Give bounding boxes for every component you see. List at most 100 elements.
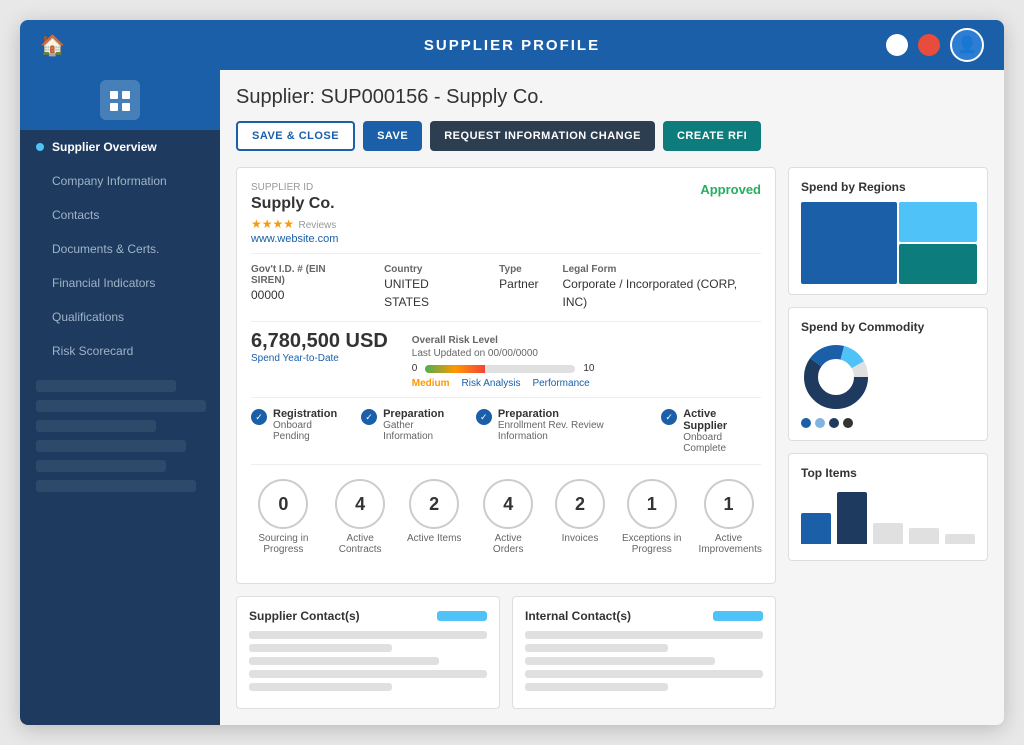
metric-circle-5: 1 bbox=[627, 479, 677, 529]
metric-item-0: 0 Sourcing in Progress bbox=[253, 479, 313, 555]
browser-window: 🏠 SUPPLIER PROFILE 👤 bbox=[20, 20, 1004, 725]
step-sub-1: Gather Information bbox=[383, 420, 460, 442]
metrics-row: 0 Sourcing in Progress 4 Active Contract… bbox=[251, 464, 761, 569]
sidebar-item-company-information[interactable]: Company Information bbox=[20, 164, 220, 198]
step-text-3: Active Supplier Onboard Complete bbox=[683, 408, 761, 454]
performance-link[interactable]: Performance bbox=[532, 378, 589, 389]
metric-item-4: 2 Invoices bbox=[555, 479, 605, 555]
step-item-0: ✓ Registration Onboard Pending bbox=[251, 408, 345, 454]
sidebar-item-label: Financial Indicators bbox=[52, 276, 155, 290]
nav-icon-red[interactable] bbox=[918, 34, 940, 56]
risk-updated: Last Updated on 00/00/0000 bbox=[412, 348, 595, 359]
sidebar-logo-icon bbox=[100, 80, 140, 120]
nav-icon-white[interactable] bbox=[886, 34, 908, 56]
user-avatar[interactable]: 👤 bbox=[950, 28, 984, 62]
risk-bar-container: 0 10 bbox=[412, 363, 595, 374]
risk-score-min: 0 bbox=[412, 363, 418, 374]
sidebar-item-documents-&-certs.[interactable]: Documents & Certs. bbox=[20, 232, 220, 266]
content-area: Supplier: SUP000156 - Supply Co. SAVE & … bbox=[220, 70, 1004, 725]
sidebar-item-qualifications[interactable]: Qualifications bbox=[20, 300, 220, 334]
internal-contacts-add[interactable] bbox=[713, 611, 763, 621]
type-group: Type Partner bbox=[499, 264, 538, 311]
ph10 bbox=[525, 683, 668, 691]
legal-form-label: Legal Form bbox=[563, 264, 762, 275]
gov-id-group: Gov't I.D. # (EIN SIREN) 00000 bbox=[251, 264, 360, 311]
treemap-cell-main bbox=[801, 202, 897, 284]
legend-dot-1 bbox=[801, 418, 811, 428]
star-rating: ★★★★ bbox=[251, 217, 294, 231]
ph9 bbox=[525, 670, 763, 678]
contacts-row: Supplier Contact(s) Internal Contact bbox=[236, 596, 776, 709]
right-panel: Spend by Regions Spend by Commodity bbox=[788, 167, 988, 709]
main-layout: Supplier OverviewCompany InformationCont… bbox=[20, 70, 1004, 725]
ph7 bbox=[525, 644, 668, 652]
risk-section: Overall Risk Level Last Updated on 00/00… bbox=[412, 330, 595, 389]
sidebar-item-label: Qualifications bbox=[52, 310, 124, 324]
bar-2 bbox=[837, 492, 867, 544]
supplier-website[interactable]: www.website.com bbox=[251, 233, 338, 245]
supplier-contacts-header: Supplier Contact(s) bbox=[249, 609, 487, 623]
regions-treemap bbox=[801, 202, 975, 282]
metric-label-0: Sourcing in Progress bbox=[253, 533, 313, 555]
top-items-title: Top Items bbox=[801, 466, 975, 480]
metric-circle-2: 2 bbox=[409, 479, 459, 529]
spend-amount: 6,780,500 USD bbox=[251, 330, 388, 353]
bar-3 bbox=[873, 523, 903, 544]
supplier-contacts-title: Supplier Contact(s) bbox=[249, 609, 360, 623]
bar-1 bbox=[801, 513, 831, 544]
metric-label-4: Invoices bbox=[562, 533, 599, 544]
step-title-1: Preparation bbox=[383, 408, 460, 420]
request-change-button[interactable]: REQUEST INFORMATION CHANGE bbox=[430, 121, 655, 151]
country-group: Country UNITED STATES bbox=[384, 264, 475, 311]
top-items-widget: Top Items bbox=[788, 453, 988, 561]
supplier-rating: ★★★★ Reviews bbox=[251, 215, 338, 233]
save-close-button[interactable]: SAVE & CLOSE bbox=[236, 121, 355, 151]
bar-5 bbox=[945, 534, 975, 544]
ph1 bbox=[249, 631, 487, 639]
home-button[interactable]: 🏠 bbox=[40, 33, 65, 58]
step-title-0: Registration bbox=[273, 408, 345, 420]
spend-by-commodity-widget: Spend by Commodity bbox=[788, 307, 988, 441]
step-check-2: ✓ bbox=[476, 409, 492, 425]
type-value: Partner bbox=[499, 277, 538, 291]
page-title-nav: SUPPLIER PROFILE bbox=[424, 37, 600, 54]
step-item-2: ✓ Preparation Enrollment Rev. Review Inf… bbox=[476, 408, 645, 454]
metric-item-1: 4 Active Contracts bbox=[330, 479, 390, 555]
risk-analysis-link[interactable]: Risk Analysis bbox=[462, 378, 521, 389]
metric-item-2: 2 Active Items bbox=[407, 479, 461, 555]
risk-bar bbox=[425, 365, 575, 373]
approval-status: Approved bbox=[700, 182, 761, 197]
supplier-page-title: Supplier: SUP000156 - Supply Co. bbox=[236, 86, 988, 109]
bar-4 bbox=[909, 528, 939, 544]
gov-id-value: 00000 bbox=[251, 288, 284, 302]
top-nav: 🏠 SUPPLIER PROFILE 👤 bbox=[20, 20, 1004, 70]
supplier-contacts-add[interactable] bbox=[437, 611, 487, 621]
donut-chart bbox=[801, 342, 871, 412]
supplier-info-card: SUPPLIER ID Supply Co. ★★★★ Reviews www.… bbox=[236, 167, 776, 584]
create-rfi-button[interactable]: CREATE RFI bbox=[663, 121, 761, 151]
sidebar-item-contacts[interactable]: Contacts bbox=[20, 198, 220, 232]
commodity-legend bbox=[801, 418, 975, 428]
step-sub-2: Enrollment Rev. Review Information bbox=[498, 420, 645, 442]
top-items-bar-chart bbox=[801, 488, 975, 548]
sidebar-item-label: Risk Scorecard bbox=[52, 344, 133, 358]
metric-label-3: Active Orders bbox=[478, 533, 538, 555]
step-sub-3: Onboard Complete bbox=[683, 432, 761, 454]
sidebar-item-financial-indicators[interactable]: Financial Indicators bbox=[20, 266, 220, 300]
spend-by-commodity-title: Spend by Commodity bbox=[801, 320, 975, 334]
metric-label-6: Active Improvements bbox=[699, 533, 759, 555]
metric-circle-6: 1 bbox=[704, 479, 754, 529]
metric-circle-3: 4 bbox=[483, 479, 533, 529]
metric-item-3: 4 Active Orders bbox=[478, 479, 538, 555]
step-sub-0: Onboard Pending bbox=[273, 420, 345, 442]
step-text-2: Preparation Enrollment Rev. Review Infor… bbox=[498, 408, 645, 442]
spend-risk-row: 6,780,500 USD Spend Year-to-Date Overall… bbox=[251, 330, 761, 389]
step-item-3: ✓ Active Supplier Onboard Complete bbox=[661, 408, 761, 454]
save-button[interactable]: SAVE bbox=[363, 121, 422, 151]
sidebar-item-risk-scorecard[interactable]: Risk Scorecard bbox=[20, 334, 220, 368]
gov-id-label: Gov't I.D. # (EIN SIREN) bbox=[251, 264, 360, 286]
sidebar-nav: Supplier OverviewCompany InformationCont… bbox=[20, 130, 220, 368]
ph5 bbox=[249, 683, 392, 691]
sidebar-item-supplier-overview[interactable]: Supplier Overview bbox=[20, 130, 220, 164]
step-title-3: Active Supplier bbox=[683, 408, 761, 432]
